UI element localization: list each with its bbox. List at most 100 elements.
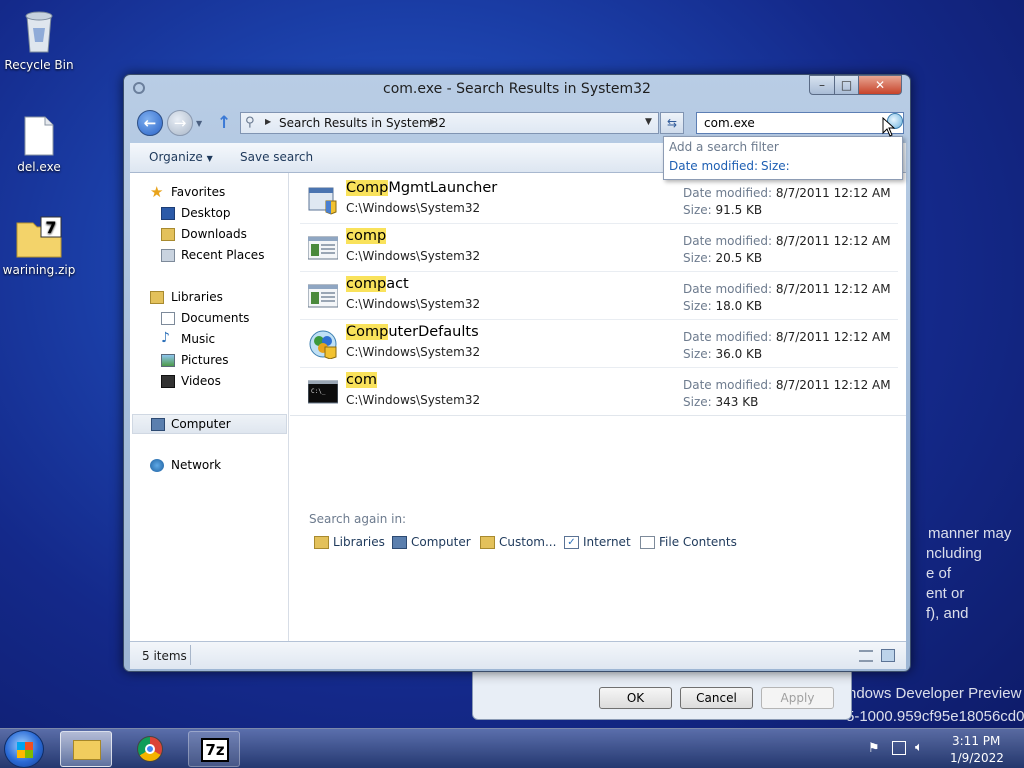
result-item[interactable]: compact C:\Windows\System32 Date modifie… [300,273,898,320]
7zip-icon: 7z [201,738,229,762]
organize-menu[interactable]: Organize ▼ [149,150,213,164]
address-dropdown-icon[interactable]: ▼ [645,117,652,127]
internet-icon: ✓ [564,536,579,549]
libraries-icon [150,291,164,304]
result-item[interactable]: CompMgmtLauncher C:\Windows\System32 Dat… [300,177,898,224]
background-text: ndows Developer Preview [848,685,1022,702]
nav-recent-places[interactable]: Recent Places [130,246,288,266]
save-search-button[interactable]: Save search [240,150,313,164]
clock-date[interactable]: 1/9/2022 [950,751,1004,765]
windows-logo-icon [17,742,33,758]
refresh-button[interactable]: ⇆ [660,112,684,134]
nav-videos[interactable]: Videos [130,372,288,392]
nav-computer[interactable]: Computer [132,414,287,434]
back-button[interactable]: ← [137,110,163,136]
recycle-bin-icon [21,8,57,54]
nav-desktop[interactable]: Desktop [130,204,288,224]
nav-documents[interactable]: Documents [130,309,288,329]
mouse-cursor [882,117,896,137]
result-date: Date modified: 8/7/2011 12:12 AM [683,282,891,296]
filter-date-modified[interactable]: Date modified: [669,159,758,173]
result-size: Size: 343 KB [683,395,759,409]
nav-network[interactable]: Network [130,456,288,476]
result-name: CompMgmtLauncher [346,180,498,196]
ok-button[interactable]: OK [599,687,672,709]
taskbar-7zip[interactable]: 7z [188,731,240,767]
recent-pages-icon[interactable]: ▼ [196,119,202,128]
action-center-icon[interactable]: ⚑ [868,741,880,756]
nav-libraries[interactable]: Libraries [130,288,288,308]
computer-icon [151,418,165,431]
downloads-folder-icon [161,228,175,241]
volume-icon[interactable]: 🔈︎ [915,740,923,755]
filter-heading: Add a search filter [669,140,779,154]
result-date: Date modified: 8/7/2011 12:12 AM [683,330,891,344]
taskbar-chrome[interactable] [124,731,176,767]
search-input[interactable]: com.exe [696,112,904,134]
result-path: C:\Windows\System32 [346,201,481,215]
documents-icon [161,312,175,325]
result-item[interactable]: comp C:\Windows\System32 Date modified: … [300,225,898,272]
search-folder-icon: ⚲ [245,115,255,130]
result-path: C:\Windows\System32 [346,297,481,311]
result-path: C:\Windows\System32 [346,249,481,263]
application-icon [308,284,338,308]
details-view-icon[interactable] [859,650,873,662]
network-status-icon[interactable] [892,741,906,755]
cancel-button[interactable]: Cancel [680,687,753,709]
desktop-icon-warining-zip[interactable]: 7 warining.zip [0,215,78,277]
nav-music[interactable]: ♪ Music [130,330,288,350]
svg-text:7: 7 [45,218,56,237]
result-item[interactable]: C:\_ com C:\Windows\System32 Date modifi… [300,369,898,416]
results-pane: CompMgmtLauncher C:\Windows\System32 Dat… [290,173,906,641]
preview-pane-icon[interactable] [881,649,895,662]
item-count: 5 items [142,649,187,663]
chevron-right-icon[interactable]: ▶ [265,117,271,126]
pictures-icon [161,354,175,367]
search-filter-dropdown: Add a search filter Date modified: Size: [663,136,903,180]
folder-icon [73,740,101,760]
result-name: comp [346,228,387,244]
chevron-right-icon[interactable]: ▶ [430,117,436,126]
nav-pictures[interactable]: Pictures [130,351,288,371]
background-text: ent or [926,585,965,602]
address-bar[interactable]: ⚲ ▶ Search Results in System32 ▶ ▼ [240,112,659,134]
file-contents-icon [640,536,655,549]
result-size: Size: 91.5 KB [683,203,763,217]
desktop-icon-recycle-bin[interactable]: Recycle Bin [0,8,78,72]
libraries-icon [314,536,329,549]
folder-icon [480,536,495,549]
filter-size[interactable]: Size: [761,159,790,173]
background-text: manner may [928,525,1012,542]
chrome-icon [137,736,163,762]
7zip-archive-icon: 7 [15,215,63,259]
search-value: com.exe [704,116,755,130]
music-icon: ♪ [161,330,170,346]
result-size: Size: 18.0 KB [683,299,763,313]
result-item[interactable]: ComputerDefaults C:\Windows\System32 Dat… [300,321,898,368]
warining-zip-label: warining.zip [2,263,76,277]
close-button[interactable]: ✕ [858,75,902,95]
nav-downloads[interactable]: Downloads [130,225,288,245]
result-path: C:\Windows\System32 [346,345,481,359]
status-divider [190,645,191,665]
search-again-label: Search again in: [309,512,407,526]
maximize-button[interactable]: □ [834,75,859,95]
result-size: Size: 36.0 KB [683,347,763,361]
result-date: Date modified: 8/7/2011 12:12 AM [683,186,891,200]
star-icon: ★ [150,183,164,201]
start-button[interactable] [4,730,44,768]
recent-places-icon [161,249,175,262]
videos-icon [161,375,175,388]
minimize-button[interactable]: – [809,75,835,95]
console-icon: C:\_ [308,380,338,404]
desktop-icon-del-exe[interactable]: del.exe [0,116,78,174]
forward-button[interactable]: → [167,110,193,136]
clock-time[interactable]: 3:11 PM [952,734,1000,748]
nav-favorites[interactable]: ★ Favorites [130,183,288,203]
del-exe-label: del.exe [17,160,61,174]
taskbar-explorer[interactable] [60,731,112,767]
result-date: Date modified: 8/7/2011 12:12 AM [683,378,891,392]
up-arrow-icon[interactable]: ↑ [217,113,231,133]
results-divider [290,415,906,416]
